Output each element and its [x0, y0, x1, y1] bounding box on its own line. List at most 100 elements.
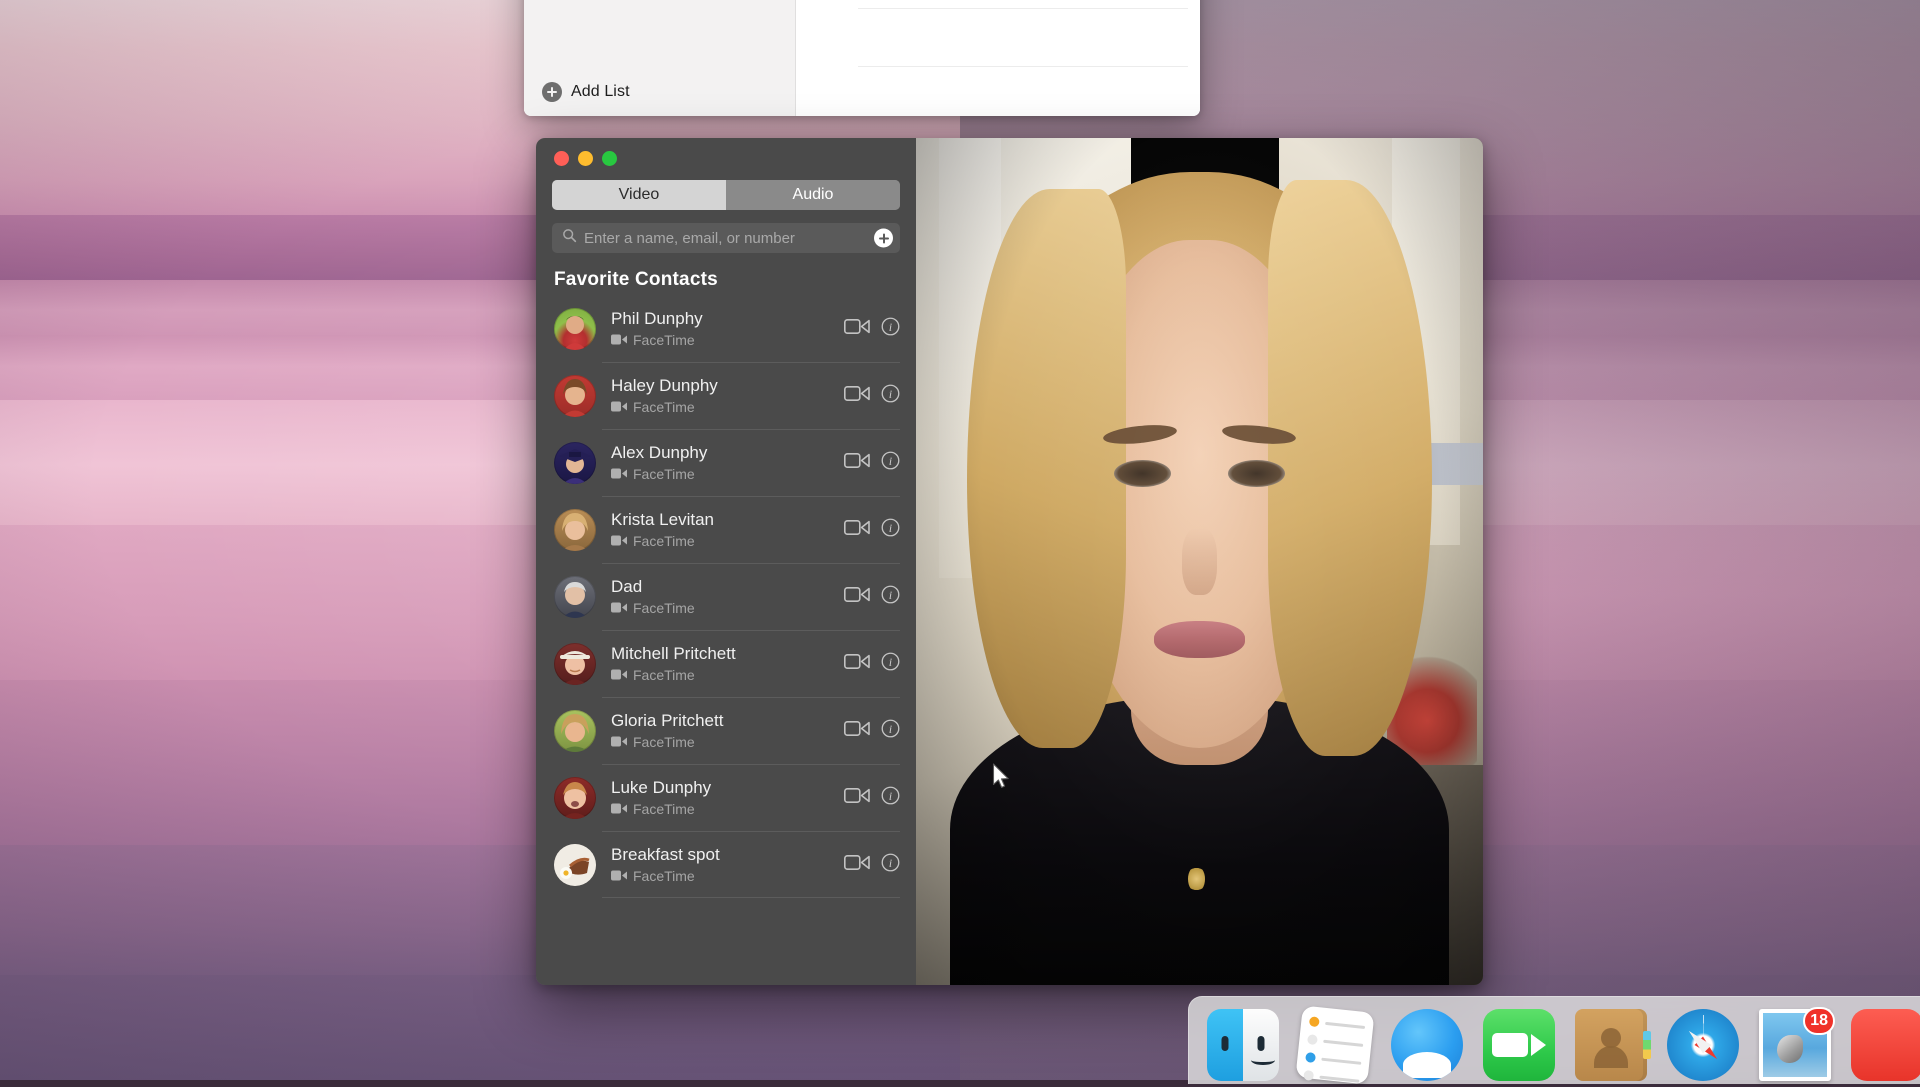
add-contact-button[interactable] [874, 229, 893, 248]
mail-unread-badge: 18 [1803, 1007, 1835, 1035]
dock-item-messages[interactable] [1391, 1009, 1463, 1081]
messages-icon [1391, 1009, 1463, 1081]
dock-item-facetime[interactable] [1483, 1009, 1555, 1081]
facetime-window[interactable]: Video Audio Favorite Contacts [536, 138, 1483, 985]
video-camera-icon[interactable] [844, 586, 870, 608]
contact-row[interactable]: Mitchell Pritchett FaceTime [554, 630, 900, 697]
close-window-button[interactable] [554, 151, 569, 166]
video-camera-icon[interactable] [844, 653, 870, 675]
contact-actions: i [844, 719, 900, 743]
contact-text: Mitchell Pritchett FaceTime [611, 644, 844, 683]
avatar [554, 710, 596, 752]
contact-service: FaceTime [611, 734, 844, 750]
svg-text:i: i [889, 723, 892, 735]
favorites-section-header: Favorite Contacts [554, 269, 916, 291]
reminders-icon [1295, 1005, 1374, 1084]
search-input[interactable] [584, 230, 866, 247]
info-circle-icon[interactable]: i [881, 384, 900, 408]
dock-item-mail[interactable]: 18 [1759, 1009, 1831, 1081]
favorite-contacts-list[interactable]: Phil Dunphy FaceTime [536, 295, 916, 985]
contact-row[interactable]: Phil Dunphy FaceTime [554, 295, 900, 362]
video-camera-icon[interactable] [844, 318, 870, 340]
video-camera-icon[interactable] [844, 787, 870, 809]
add-list-label: Add List [571, 83, 630, 101]
contact-name: Gloria Pritchett [611, 711, 844, 731]
zoom-window-button[interactable] [602, 151, 617, 166]
service-label: FaceTime [633, 801, 695, 817]
contact-text: Dad FaceTime [611, 577, 844, 616]
search-field[interactable] [552, 223, 900, 253]
contact-name: Alex Dunphy [611, 443, 844, 463]
reminders-window[interactable]: Add List [524, 0, 1200, 116]
dock-item-reminders[interactable] [1299, 1009, 1371, 1081]
tab-audio[interactable]: Audio [726, 180, 900, 210]
call-mode-segmented-control[interactable]: Video Audio [552, 180, 900, 210]
svg-text:i: i [889, 455, 892, 467]
contact-name: Mitchell Pritchett [611, 644, 844, 664]
contact-service: FaceTime [611, 466, 844, 482]
avatar [554, 375, 596, 417]
info-circle-icon[interactable]: i [881, 786, 900, 810]
contact-actions: i [844, 317, 900, 341]
avatar [554, 844, 596, 886]
facetime-video-badge-icon [611, 533, 627, 549]
contact-text: Gloria Pritchett FaceTime [611, 711, 844, 750]
contact-actions: i [844, 518, 900, 542]
info-circle-icon[interactable]: i [881, 853, 900, 877]
facetime-video-badge-icon [611, 332, 627, 348]
contact-row[interactable]: Haley Dunphy FaceTime [554, 362, 900, 429]
dock-item-more[interactable] [1851, 1009, 1920, 1081]
service-label: FaceTime [633, 868, 695, 884]
contact-service: FaceTime [611, 667, 844, 683]
dock[interactable]: 18 [1188, 996, 1920, 1084]
avatar [554, 777, 596, 819]
facetime-video-badge-icon [611, 734, 627, 750]
video-camera-icon[interactable] [844, 720, 870, 742]
reminders-sidebar: Add List [524, 0, 796, 116]
safari-icon [1667, 1009, 1739, 1081]
contact-text: Haley Dunphy FaceTime [611, 376, 844, 415]
facetime-video-badge-icon [611, 600, 627, 616]
video-camera-icon[interactable] [844, 385, 870, 407]
contact-row[interactable]: Gloria Pritchett FaceTime [554, 697, 900, 764]
dock-item-contacts[interactable] [1575, 1009, 1647, 1081]
info-circle-icon[interactable]: i [881, 719, 900, 743]
contact-row[interactable]: Breakfast spot FaceTime [554, 831, 900, 898]
contact-actions: i [844, 585, 900, 609]
contact-name: Phil Dunphy [611, 309, 844, 329]
search-icon [562, 228, 577, 248]
info-circle-icon[interactable]: i [881, 317, 900, 341]
contact-actions: i [844, 451, 900, 475]
contact-name: Krista Levitan [611, 510, 844, 530]
contact-text: Breakfast spot FaceTime [611, 845, 844, 884]
reminder-row-divider [858, 66, 1188, 67]
facetime-video-badge-icon [611, 868, 627, 884]
service-label: FaceTime [633, 399, 695, 415]
contact-row[interactable]: Krista Levitan FaceTime [554, 496, 900, 563]
info-circle-icon[interactable]: i [881, 451, 900, 475]
dock-item-finder[interactable] [1207, 1009, 1279, 1081]
contact-row[interactable]: Dad FaceTime [554, 563, 900, 630]
info-circle-icon[interactable]: i [881, 518, 900, 542]
contact-actions: i [844, 384, 900, 408]
reminders-detail-pane[interactable] [796, 0, 1200, 116]
contact-row[interactable]: Luke Dunphy FaceTime [554, 764, 900, 831]
service-label: FaceTime [633, 533, 695, 549]
tab-video[interactable]: Video [552, 180, 726, 210]
contacts-icon [1575, 1009, 1647, 1081]
video-camera-icon[interactable] [844, 854, 870, 876]
video-camera-icon[interactable] [844, 519, 870, 541]
dock-item-safari[interactable] [1667, 1009, 1739, 1081]
add-list-button[interactable]: Add List [542, 82, 630, 102]
video-preview-pane[interactable] [916, 138, 1483, 985]
service-label: FaceTime [633, 667, 695, 683]
service-label: FaceTime [633, 600, 695, 616]
minimize-window-button[interactable] [578, 151, 593, 166]
info-circle-icon[interactable]: i [881, 585, 900, 609]
facetime-video-badge-icon [611, 399, 627, 415]
video-camera-icon[interactable] [844, 452, 870, 474]
contact-row[interactable]: Alex Dunphy FaceTime [554, 429, 900, 496]
contact-text: Luke Dunphy FaceTime [611, 778, 844, 817]
contact-name: Luke Dunphy [611, 778, 844, 798]
info-circle-icon[interactable]: i [881, 652, 900, 676]
